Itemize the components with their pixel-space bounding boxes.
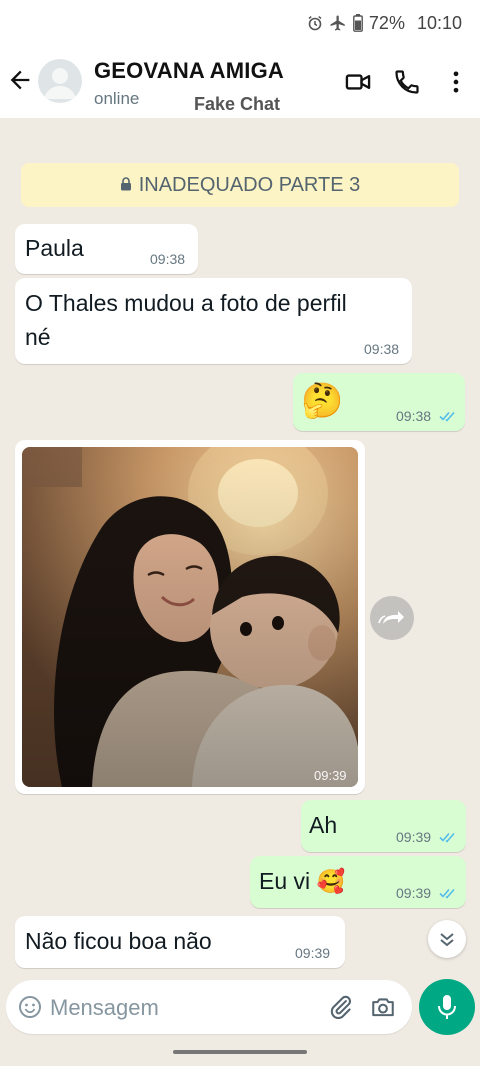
- message-input[interactable]: Mensagem: [6, 980, 412, 1034]
- home-indicator: [173, 1050, 307, 1054]
- message-time: 09:39: [396, 829, 432, 845]
- camera-icon[interactable]: [370, 994, 396, 1025]
- message-bubble-outgoing[interactable]: Eu vi 🥰 09:39: [250, 856, 466, 908]
- watermark-text: Fake Chat: [194, 94, 281, 114]
- message-bubble-outgoing[interactable]: Ah 09:39: [301, 800, 466, 852]
- phone-icon[interactable]: [393, 68, 421, 96]
- message-text: Eu vi 🥰: [259, 868, 346, 894]
- battery-icon: [353, 14, 363, 32]
- banner-text: INADEQUADO PARTE 3: [138, 173, 361, 196]
- avatar-placeholder-icon: [44, 68, 76, 99]
- message-time: 09:38: [364, 341, 400, 357]
- image-message[interactable]: 09:39: [15, 440, 365, 794]
- avatar[interactable]: [38, 59, 82, 103]
- message-time: 09:39: [295, 945, 331, 961]
- composer-bar: Mensagem: [0, 974, 480, 1066]
- message-bubble-incoming[interactable]: O Thales mudou a foto de perfil né 09:38: [15, 278, 412, 364]
- battery-percent: 72%: [368, 12, 405, 33]
- double-chevron-down-icon: [440, 933, 454, 947]
- alarm-icon: [307, 15, 323, 31]
- clock: 10:10: [416, 12, 462, 33]
- status-bar: 72% 10:10: [0, 0, 480, 46]
- airplane-icon: [329, 14, 347, 32]
- read-ticks-icon: [439, 888, 455, 899]
- message-bubble-incoming[interactable]: Paula 09:38: [15, 224, 198, 274]
- contact-status: online: [94, 89, 140, 108]
- contact-name[interactable]: GEOVANA AMIGA: [94, 58, 284, 84]
- mic-icon: [438, 995, 456, 1019]
- lock-icon: [120, 174, 132, 197]
- message-input-placeholder: Mensagem: [50, 995, 159, 1020]
- message-bubble-incoming[interactable]: Não ficou boa não 09:39: [15, 916, 345, 968]
- chat-header: GEOVANA AMIGA online Fake Chat: [0, 46, 480, 118]
- read-ticks-icon: [439, 832, 455, 843]
- attach-icon[interactable]: [328, 994, 354, 1025]
- chat-area[interactable]: INADEQUADO PARTE 3 Paula 09:38 O Thales …: [0, 118, 480, 974]
- scroll-to-bottom-button[interactable]: [428, 920, 466, 958]
- group-banner: INADEQUADO PARTE 3: [21, 163, 459, 207]
- mic-button[interactable]: [419, 979, 475, 1035]
- video-call-icon[interactable]: [344, 68, 372, 96]
- message-time: 09:38: [150, 251, 186, 267]
- message-text: Ah: [309, 812, 338, 838]
- message-time: 09:38: [396, 408, 432, 424]
- back-arrow-icon[interactable]: [6, 66, 34, 94]
- read-ticks-icon: [439, 411, 455, 422]
- message-bubble-outgoing[interactable]: 🤔 09:38: [293, 373, 465, 431]
- forward-icon: [378, 611, 404, 624]
- photo-mother-baby-image: 09:39: [22, 447, 358, 787]
- more-vert-icon[interactable]: [442, 68, 470, 96]
- shared-photo[interactable]: 09:39: [22, 447, 358, 787]
- forward-button[interactable]: [370, 596, 414, 640]
- message-text-line1: O Thales mudou a foto de perfil: [25, 290, 347, 316]
- emoji-icon[interactable]: [18, 995, 42, 1024]
- message-time: 09:39: [396, 885, 432, 901]
- image-time: 09:39: [314, 768, 347, 783]
- message-text: Não ficou boa não: [25, 928, 212, 954]
- message-text: Paula: [25, 235, 84, 261]
- message-emoji: 🤔: [301, 382, 344, 420]
- message-text-line2: né: [25, 324, 51, 350]
